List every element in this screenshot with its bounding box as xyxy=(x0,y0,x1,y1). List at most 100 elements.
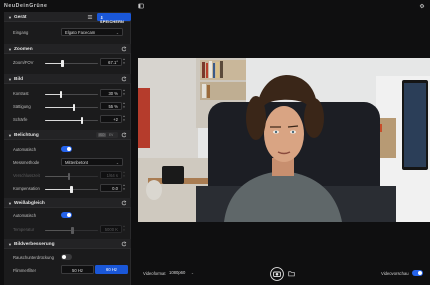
saturation-slider[interactable] xyxy=(45,104,98,111)
reset-icon[interactable] xyxy=(121,200,127,206)
section-image-title: Bild xyxy=(14,76,24,82)
section-exposure-title: Belichtung xyxy=(14,132,39,138)
toggle-knob xyxy=(66,146,72,152)
chevron-down-icon: ▼ xyxy=(122,227,126,232)
noise-label: Rauschunterdrückung xyxy=(13,255,54,260)
video-preview-toggle[interactable] xyxy=(412,270,423,276)
chevron-down-icon: ▼ xyxy=(122,173,126,178)
wb-auto-toggle[interactable] xyxy=(61,212,72,218)
section-zoom-header[interactable]: ▼ Zoomen xyxy=(4,44,131,54)
app-title: NeuDeinGrüne xyxy=(4,3,48,9)
shutter-input: 1/64 s xyxy=(100,171,122,179)
slider-fill xyxy=(45,94,61,96)
reset-icon[interactable] xyxy=(121,46,127,52)
chevron-down-icon[interactable]: ▼ xyxy=(122,105,126,110)
chevron-down-icon[interactable]: ▼ xyxy=(122,118,126,123)
chevron-down-icon: ▼ xyxy=(8,15,12,20)
reset-icon[interactable] xyxy=(121,241,127,247)
input-device-select[interactable]: Elgato Facecam ⌄ xyxy=(61,28,123,36)
slider-thumb xyxy=(71,227,74,234)
metering-select[interactable]: Mittenbetont ⌄ xyxy=(61,158,123,166)
temperature-stepper: ▲ ▼ xyxy=(122,224,126,233)
section-device-title: Gerät xyxy=(14,14,27,20)
toggle-knob xyxy=(417,270,423,276)
slider-fill xyxy=(45,107,75,109)
slider-fill xyxy=(45,176,69,178)
wb-auto-label: Automatisch xyxy=(13,213,37,218)
temperature-slider xyxy=(45,227,98,234)
sharpness-stepper[interactable]: ▲ ▼ xyxy=(122,114,126,123)
sharpness-input[interactable]: +2 xyxy=(100,115,122,123)
section-zoom-title: Zoomen xyxy=(14,46,33,52)
chevron-down-icon[interactable]: ▼ xyxy=(122,92,126,97)
video-preview-label: Videovorschau xyxy=(381,271,409,276)
chevron-down-icon: ⌄ xyxy=(115,30,119,35)
menu-icon[interactable] xyxy=(87,14,93,20)
slider-thumb[interactable] xyxy=(59,91,62,98)
contrast-slider[interactable] xyxy=(45,91,98,98)
chevron-down-icon: ▼ xyxy=(8,133,12,138)
chevron-down-icon: ▼ xyxy=(8,47,12,52)
compensation-label: Kompensation xyxy=(13,186,40,191)
contrast-stepper[interactable]: ▲ ▼ xyxy=(122,88,126,97)
slider-thumb[interactable] xyxy=(73,104,76,111)
folder-icon[interactable] xyxy=(288,270,295,277)
section-image-enhance-header[interactable]: ▼ Bildverbesserung xyxy=(4,239,131,249)
section-white-balance-header[interactable]: ▼ Weißabgleich xyxy=(4,198,131,208)
section-device-header[interactable]: ▼ Gerät ⇩ SPEICHERN xyxy=(4,12,131,24)
flicker-label: Flimmerfilter xyxy=(13,268,37,273)
flicker-60hz-button[interactable]: 60 Hz xyxy=(95,265,128,274)
metering-value: Mittenbetont xyxy=(65,160,89,166)
camera-icon[interactable] xyxy=(270,267,284,281)
exposure-mode-segment[interactable]: ISO EV xyxy=(96,132,118,138)
sidebar-icon[interactable] xyxy=(138,3,144,9)
section-exposure-header[interactable]: ▼ Belichtung ISO EV xyxy=(4,130,131,140)
slider-thumb[interactable] xyxy=(70,186,73,193)
segment-option-iso[interactable]: ISO xyxy=(99,133,105,137)
chevron-down-icon: ▼ xyxy=(8,77,12,82)
zoom-fov-input[interactable]: 67.1° xyxy=(100,58,122,66)
metering-label: Messmethode xyxy=(13,160,40,165)
chevron-down-icon: ⌄ xyxy=(190,270,194,275)
slider-fill xyxy=(45,120,83,122)
saturation-value: 55 % xyxy=(108,104,118,110)
save-button-label: SPEICHERN xyxy=(100,20,124,24)
gear-icon[interactable] xyxy=(419,3,425,9)
flicker-50hz-button[interactable]: 50 Hz xyxy=(61,265,94,274)
slider-thumb[interactable] xyxy=(81,117,84,124)
sharpness-slider[interactable] xyxy=(45,117,98,124)
exposure-auto-label: Automatisch xyxy=(13,147,37,152)
section-image-header[interactable]: ▼ Bild xyxy=(4,74,131,84)
input-label: Eingang xyxy=(13,30,29,35)
video-format-select[interactable]: 1080p60 ⌄ xyxy=(167,269,197,277)
compensation-input[interactable]: 0.0 xyxy=(100,184,122,192)
reset-icon[interactable] xyxy=(121,76,127,82)
saturation-label: Sättigung xyxy=(13,104,31,109)
compensation-stepper[interactable]: ▲ ▼ xyxy=(122,183,126,192)
contrast-value: 30 % xyxy=(108,91,118,97)
shutter-label: Verschlusszeit xyxy=(13,173,40,178)
chevron-down-icon[interactable]: ▼ xyxy=(122,187,126,192)
temperature-value: 5000 K xyxy=(104,227,118,233)
reset-icon[interactable] xyxy=(121,132,127,138)
title-bar: NeuDeinGrüne xyxy=(0,0,430,12)
saturation-stepper[interactable]: ▲ ▼ xyxy=(122,101,126,110)
noise-toggle[interactable] xyxy=(61,254,72,260)
slider-thumb[interactable] xyxy=(61,60,64,67)
saturation-input[interactable]: 55 % xyxy=(100,102,122,110)
zoom-fov-stepper[interactable]: ▲ ▼ xyxy=(122,57,126,66)
input-device-value: Elgato Facecam xyxy=(65,30,96,36)
contrast-label: Kontrast xyxy=(13,91,29,96)
chevron-down-icon[interactable]: ▼ xyxy=(122,61,126,66)
exposure-auto-toggle[interactable] xyxy=(61,146,72,152)
segment-option-ev[interactable]: EV xyxy=(109,133,113,137)
zoom-fov-value: 67.1° xyxy=(108,60,118,66)
shutter-value: 1/64 s xyxy=(106,173,118,179)
bottom-toolbar: Videoformat 1080p60 ⌄ Videovorschau xyxy=(138,264,430,284)
contrast-input[interactable]: 30 % xyxy=(100,89,122,97)
compensation-slider[interactable] xyxy=(45,186,98,193)
toggle-knob xyxy=(66,212,72,218)
save-button[interactable]: ⇩ SPEICHERN xyxy=(97,13,131,24)
zoom-fov-slider[interactable] xyxy=(45,60,98,67)
settings-panel: ▼ Gerät ⇩ SPEICHERN Eingang Elgato Facec… xyxy=(4,12,131,285)
